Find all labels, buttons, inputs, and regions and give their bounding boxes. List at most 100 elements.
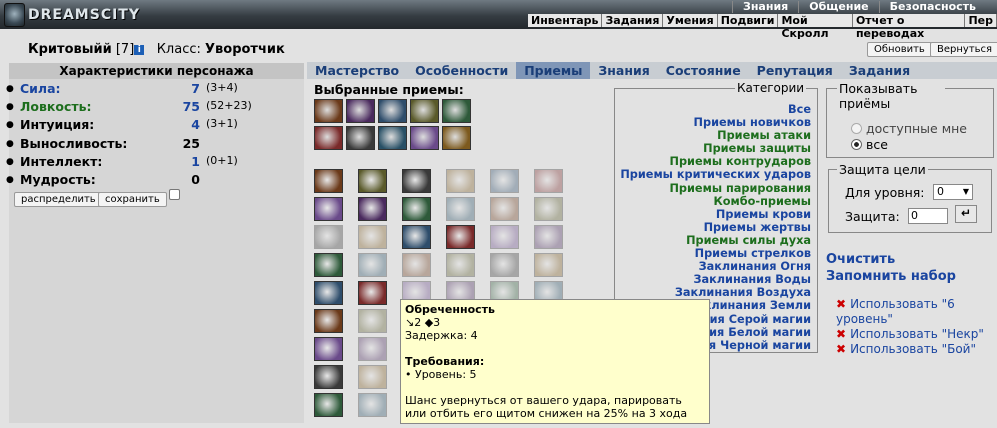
tab-mastery[interactable]: Мастерство xyxy=(307,62,407,79)
technique-icon[interactable] xyxy=(358,393,387,417)
menu-item-chat[interactable]: Общение xyxy=(798,1,878,13)
refresh-button[interactable]: Обновить xyxy=(867,42,932,57)
save-button[interactable]: сохранить xyxy=(98,192,167,207)
submenu-inventory[interactable]: Инвентарь xyxy=(528,14,603,27)
use-set-fight[interactable]: ✖ Использовать "Бой" xyxy=(836,342,996,357)
submenu-transfers[interactable]: Отчет о переводах xyxy=(853,14,966,40)
technique-icon[interactable] xyxy=(410,99,439,123)
technique-icon[interactable] xyxy=(358,169,387,193)
technique-icon[interactable] xyxy=(402,169,431,193)
category-link[interactable]: Заклинания Воздуха xyxy=(620,286,811,299)
category-link[interactable]: Приемы крови xyxy=(620,208,811,221)
option-available[interactable]: доступные мне xyxy=(851,121,967,136)
technique-icon[interactable] xyxy=(534,253,563,277)
technique-icon[interactable] xyxy=(378,126,407,150)
category-link[interactable]: Все xyxy=(620,103,811,116)
technique-icon[interactable] xyxy=(314,309,343,333)
technique-icon[interactable] xyxy=(442,126,471,150)
technique-icon[interactable] xyxy=(314,337,343,361)
technique-icon[interactable] xyxy=(314,365,343,389)
submenu-feats[interactable]: Подвиги xyxy=(718,14,779,27)
technique-icon[interactable] xyxy=(410,126,439,150)
technique-icon[interactable] xyxy=(534,225,563,249)
category-link[interactable]: Приемы силы духа xyxy=(620,234,811,247)
technique-icon[interactable] xyxy=(314,253,343,277)
radio-available[interactable] xyxy=(851,123,862,134)
category-link[interactable]: Приемы защиты xyxy=(620,142,811,155)
technique-icon[interactable] xyxy=(358,365,387,389)
tab-features[interactable]: Особенности xyxy=(407,62,516,79)
technique-icon[interactable] xyxy=(314,281,343,305)
category-link[interactable]: Заклинания Воды xyxy=(620,273,811,286)
defense-input[interactable]: 0 xyxy=(908,208,948,224)
technique-icon[interactable] xyxy=(314,225,343,249)
technique-icon[interactable] xyxy=(402,197,431,221)
use-set-6-level[interactable]: ✖ Использовать "6 уровень" xyxy=(836,297,996,327)
option-all[interactable]: все xyxy=(851,137,888,152)
technique-icon[interactable] xyxy=(358,197,387,221)
category-link[interactable]: Приемы критических ударов xyxy=(620,168,811,181)
tab-techniques[interactable]: Приемы xyxy=(516,62,591,79)
save-checkbox[interactable] xyxy=(169,189,180,200)
technique-icon[interactable] xyxy=(358,337,387,361)
category-link[interactable]: Приемы жертвы xyxy=(620,221,811,234)
category-link[interactable]: Приемы стрелков xyxy=(620,247,811,260)
remember-set-link[interactable]: Запомнить набор xyxy=(826,269,956,284)
category-link[interactable]: Приемы парирования xyxy=(620,182,811,195)
submenu-skills[interactable]: Умения xyxy=(663,14,718,27)
category-link[interactable]: Приемы новичков xyxy=(620,116,811,129)
technique-icon[interactable] xyxy=(314,169,343,193)
technique-icon[interactable] xyxy=(534,197,563,221)
delete-icon[interactable]: ✖ xyxy=(836,297,846,311)
technique-icon[interactable] xyxy=(378,99,407,123)
technique-icon[interactable] xyxy=(442,99,471,123)
technique-icon[interactable] xyxy=(446,225,475,249)
technique-icon[interactable] xyxy=(346,99,375,123)
stat-name: Интеллект: xyxy=(20,153,103,169)
technique-icon[interactable] xyxy=(314,126,343,150)
technique-icon[interactable] xyxy=(490,197,519,221)
technique-icon[interactable] xyxy=(314,99,343,123)
character-name[interactable]: Критовыйй xyxy=(28,42,112,57)
apply-icon[interactable]: ↵ xyxy=(955,205,977,223)
tab-reputation[interactable]: Репутация xyxy=(749,62,841,79)
technique-icon[interactable] xyxy=(490,225,519,249)
technique-icon[interactable] xyxy=(358,225,387,249)
technique-icon[interactable] xyxy=(446,253,475,277)
technique-icon[interactable] xyxy=(314,393,343,417)
radio-all[interactable] xyxy=(851,139,862,150)
technique-icon[interactable] xyxy=(534,169,563,193)
back-button[interactable]: Вернуться xyxy=(930,42,997,57)
submenu-tasks[interactable]: Задания xyxy=(602,14,664,27)
technique-icon[interactable] xyxy=(446,197,475,221)
tab-knowledge[interactable]: Знания xyxy=(590,62,657,79)
technique-icon[interactable] xyxy=(346,126,375,150)
logo[interactable]: DREAMSCITY xyxy=(0,0,140,29)
menu-item-knowledge[interactable]: Знания xyxy=(732,1,798,13)
category-link[interactable]: Заклинания Огня xyxy=(620,260,811,273)
technique-icon[interactable] xyxy=(446,169,475,193)
clear-link[interactable]: Очистить xyxy=(826,252,956,267)
technique-icon[interactable] xyxy=(358,309,387,333)
technique-icon[interactable] xyxy=(402,253,431,277)
delete-icon[interactable]: ✖ xyxy=(836,327,846,341)
submenu-scroll[interactable]: Мой Скролл xyxy=(778,14,853,40)
submenu-more[interactable]: Пер xyxy=(965,14,997,27)
distribute-button[interactable]: распределить xyxy=(14,192,103,207)
tab-tasks[interactable]: Задания xyxy=(841,62,918,79)
tab-state[interactable]: Состояние xyxy=(658,62,749,79)
use-set-necro[interactable]: ✖ Использовать "Некр" xyxy=(836,327,996,342)
technique-icon[interactable] xyxy=(358,253,387,277)
technique-icon[interactable] xyxy=(402,225,431,249)
delete-icon[interactable]: ✖ xyxy=(836,342,846,356)
category-link[interactable]: Приемы контрударов xyxy=(620,155,811,168)
category-link[interactable]: Комбо-приемы xyxy=(620,195,812,208)
technique-icon[interactable] xyxy=(490,253,519,277)
technique-icon[interactable] xyxy=(314,197,343,221)
level-select[interactable]: 0 ▼ xyxy=(933,184,973,200)
info-icon[interactable]: i xyxy=(134,45,145,55)
category-link[interactable]: Приемы атаки xyxy=(620,129,811,142)
technique-icon[interactable] xyxy=(490,169,519,193)
menu-item-security[interactable]: Безопасность xyxy=(878,1,986,13)
technique-icon[interactable] xyxy=(358,281,387,305)
